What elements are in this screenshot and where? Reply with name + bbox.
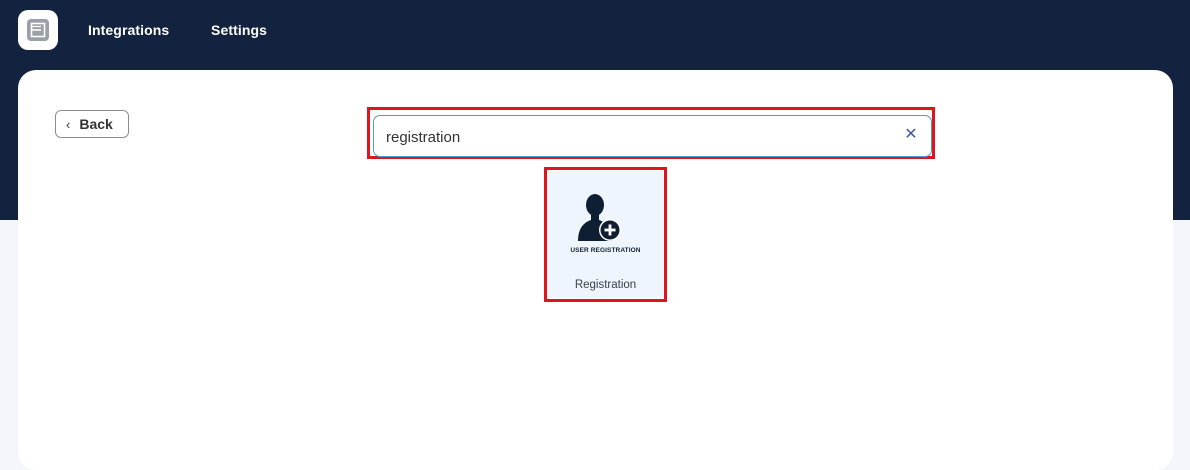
integration-card-registration[interactable]: USER REGISTRATION Registration	[548, 171, 663, 298]
close-icon[interactable]: ✕	[903, 127, 919, 143]
logo-icon	[27, 19, 49, 41]
card-label: Registration	[574, 279, 637, 291]
chevron-left-icon: ‹	[66, 116, 71, 132]
back-button-label: Back	[79, 116, 113, 132]
app-logo[interactable]	[18, 10, 58, 50]
nav-integrations[interactable]: Integrations	[88, 22, 169, 38]
search-input[interactable]	[384, 125, 888, 149]
user-add-icon	[575, 191, 637, 252]
main-panel: ‹ Back ✕ USER REGISTRATION Registration	[18, 70, 1173, 470]
back-button[interactable]: ‹ Back	[55, 110, 129, 138]
nav-settings[interactable]: Settings	[211, 22, 267, 38]
card-icon-caption: USER REGISTRATION	[570, 247, 641, 254]
search-field[interactable]: ✕	[373, 115, 932, 157]
